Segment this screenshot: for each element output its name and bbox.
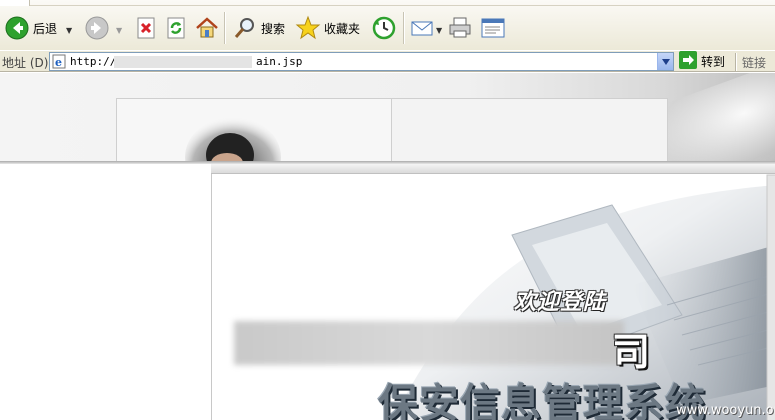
left-frame xyxy=(0,164,212,420)
links-separator xyxy=(735,53,737,71)
url-suffix: ain.jsp xyxy=(256,55,303,68)
browser-toolbar: 后退 ▼ ▼ 搜索 收藏夹 ▼ xyxy=(0,0,775,50)
print-button[interactable] xyxy=(447,13,473,43)
url-redacted xyxy=(114,56,252,68)
go-label: 转到 xyxy=(701,55,726,69)
back-dropdown-icon[interactable]: ▼ xyxy=(66,26,72,35)
search-icon xyxy=(232,15,258,41)
favorites-button[interactable]: 收藏夹 xyxy=(295,13,360,43)
forward-button[interactable] xyxy=(84,13,110,43)
header-panel-left xyxy=(116,98,392,197)
history-button[interactable] xyxy=(371,13,397,43)
welcome-heading: 欢迎登陆 xyxy=(514,289,607,315)
printer-icon xyxy=(447,15,473,41)
go-button[interactable]: 转到 xyxy=(679,51,726,72)
toolbar-separator xyxy=(224,12,226,44)
history-icon xyxy=(371,15,397,41)
address-input[interactable]: e http:// ain.jsp xyxy=(49,52,674,71)
watermark-text: www.wooyun.org xyxy=(676,403,775,418)
url-prefix: http:// xyxy=(70,55,117,68)
menu-tab[interactable] xyxy=(0,0,30,6)
menu-strip-remnant xyxy=(0,0,775,6)
back-button[interactable]: 后退 xyxy=(4,13,57,43)
header-panel-right xyxy=(391,98,668,164)
mail-button[interactable] xyxy=(410,13,436,43)
header-frame xyxy=(0,73,775,202)
person-image xyxy=(185,117,281,197)
favorites-label: 收藏夹 xyxy=(324,21,361,36)
star-icon xyxy=(295,15,321,41)
mail-icon xyxy=(410,15,436,41)
toolbar-separator xyxy=(403,12,405,44)
chevron-down-icon xyxy=(661,58,670,65)
ie-page-icon: e xyxy=(52,54,67,69)
refresh-button[interactable] xyxy=(163,13,189,43)
company-name-tail: 司 xyxy=(612,330,651,374)
edit-page-icon xyxy=(480,15,506,41)
back-arrow-icon xyxy=(4,15,30,41)
links-button[interactable]: 链接 xyxy=(742,54,766,71)
go-arrow-icon xyxy=(679,51,697,72)
stop-button[interactable] xyxy=(133,13,159,43)
forward-arrow-icon xyxy=(84,15,110,41)
address-bar: 地址 (D) e http:// ain.jsp 转到 链接 xyxy=(0,50,775,72)
search-button[interactable]: 搜索 xyxy=(232,13,285,43)
mail-dropdown-icon[interactable]: ▼ xyxy=(436,26,442,35)
search-label: 搜索 xyxy=(261,21,286,36)
frame-title-bar xyxy=(211,164,775,174)
company-name-redacted xyxy=(234,321,624,365)
refresh-icon xyxy=(163,15,189,41)
address-label: 地址 (D) xyxy=(2,56,49,70)
home-icon xyxy=(194,15,220,41)
svg-text:e: e xyxy=(55,56,62,69)
stop-icon xyxy=(133,15,159,41)
forward-dropdown-icon[interactable]: ▼ xyxy=(116,26,122,35)
home-button[interactable] xyxy=(194,13,220,43)
back-label: 后退 xyxy=(33,21,58,36)
system-name-heading: 保安信息管理系统 xyxy=(378,381,706,420)
page-content: 欢迎登陆 司 保安信息管理系统 www.wooyun.org xyxy=(0,73,775,420)
address-dropdown-button[interactable] xyxy=(657,53,673,70)
edit-button[interactable] xyxy=(480,13,506,43)
